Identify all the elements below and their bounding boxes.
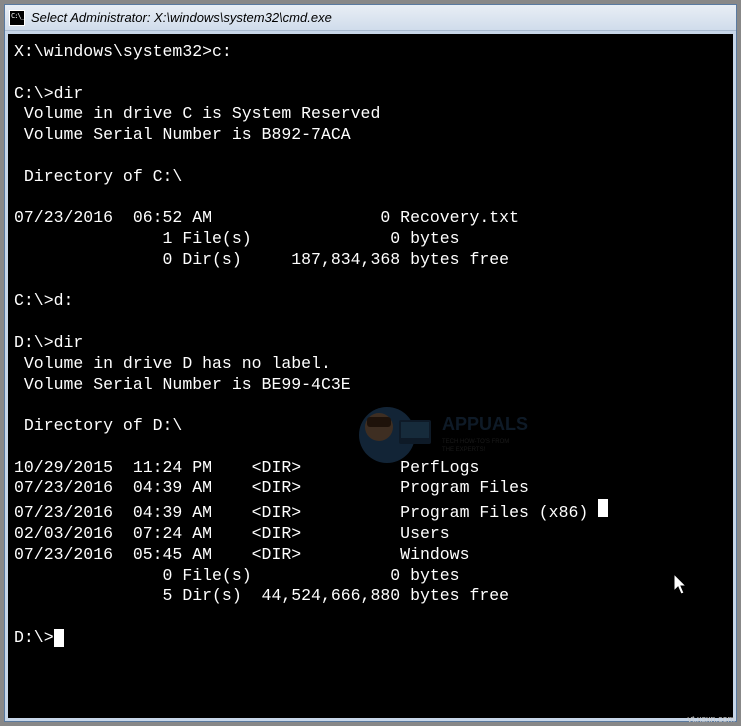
out-line: 5 Dir(s) 44,524,666,880 bytes free (14, 586, 509, 605)
out-line: Directory of C:\ (14, 167, 182, 186)
out-line: Volume Serial Number is BE99-4C3E (14, 375, 351, 394)
out-line: C:\>d: (14, 291, 73, 310)
window-title: Select Administrator: X:\windows\system3… (31, 10, 332, 25)
out-line: 1 File(s) 0 bytes (14, 229, 460, 248)
cmd-icon (9, 10, 25, 26)
terminal-output[interactable]: X:\windows\system32>c: C:\>dir Volume in… (8, 34, 733, 718)
title-bar[interactable]: Select Administrator: X:\windows\system3… (5, 5, 736, 31)
out-line: 0 Dir(s) 187,834,368 bytes free (14, 250, 509, 269)
out-line: Volume Serial Number is B892-7ACA (14, 125, 351, 144)
out-line: 02/03/2016 07:24 AM <DIR> Users (14, 524, 450, 543)
out-line: X:\windows\system32>c: (14, 42, 232, 61)
out-line: Volume in drive C is System Reserved (14, 104, 380, 123)
out-line: 07/23/2016 04:39 AM <DIR> Program Files … (14, 503, 598, 522)
watermark-tagline-2: THE EXPERTS! (442, 447, 486, 453)
out-line: D:\>dir (14, 333, 83, 352)
selection-highlight (598, 499, 608, 517)
prompt-line: D:\> (14, 628, 54, 647)
out-line: 0 File(s) 0 bytes (14, 566, 460, 585)
watermark-tagline-1: TECH HOW-TO'S FROM (442, 439, 509, 445)
out-line: C:\>dir (14, 84, 83, 103)
out-line: 07/23/2016 04:39 AM <DIR> Program Files (14, 478, 529, 497)
out-line: 10/29/2015 11:24 PM <DIR> PerfLogs (14, 458, 479, 477)
text-cursor (54, 629, 64, 647)
watermark-brand: APPUALS (442, 414, 528, 434)
source-attribution: vt.xsxn.com (687, 714, 735, 724)
out-line: Volume in drive D has no label. (14, 354, 331, 373)
out-line: 07/23/2016 06:52 AM 0 Recovery.txt (14, 208, 519, 227)
cmd-window: Select Administrator: X:\windows\system3… (4, 4, 737, 722)
out-line: Directory of D:\ (14, 416, 182, 435)
out-line: 07/23/2016 05:45 AM <DIR> Windows (14, 545, 469, 564)
